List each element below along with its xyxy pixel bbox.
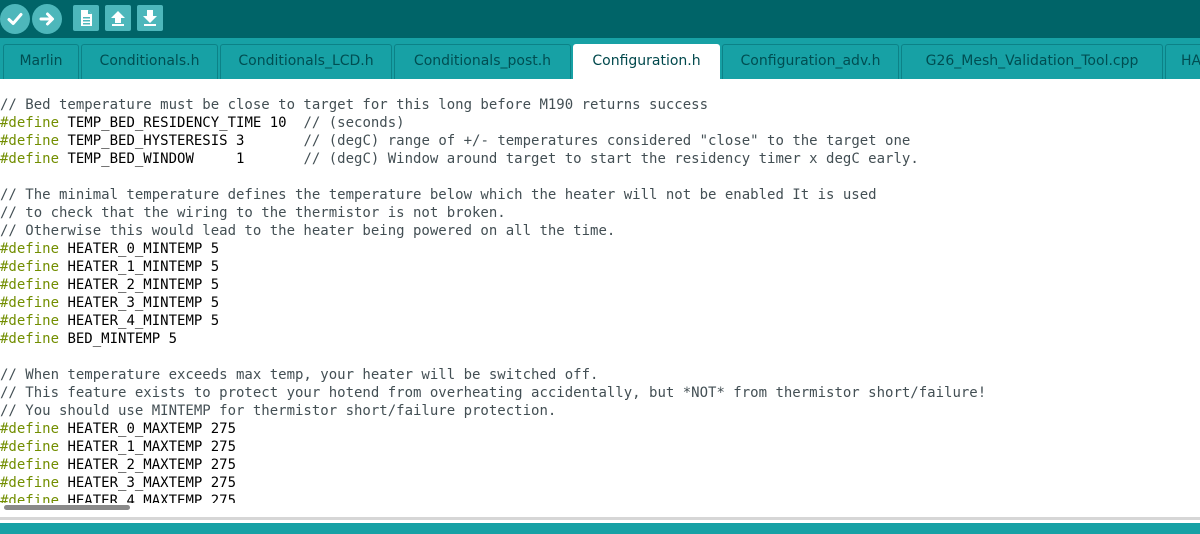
toolbar <box>0 0 1200 38</box>
horizontal-scrollbar-thumb[interactable] <box>4 505 130 510</box>
tab-g26-mesh-validation-tool-cpp[interactable]: G26_Mesh_Validation_Tool.cpp <box>901 44 1163 79</box>
define-keyword: #define <box>0 493 60 503</box>
inline-comment: // (seconds) <box>303 115 405 131</box>
code-line: #define HEATER_0_MINTEMP 5 <box>0 240 986 258</box>
upload-button[interactable] <box>32 4 62 34</box>
code-line: #define HEATER_1_MAXTEMP 275 <box>0 438 986 456</box>
code-line: #define TEMP_BED_RESIDENCY_TIME 10 // (s… <box>0 114 986 132</box>
new-button[interactable] <box>73 5 99 31</box>
tab-bar: Marlin Conditionals.h Conditionals_LCD.h… <box>0 38 1200 79</box>
horizontal-scrollbar[interactable] <box>0 503 1200 515</box>
define-body: HEATER_4_MINTEMP 5 <box>59 313 220 329</box>
define-keyword: #define <box>0 331 60 347</box>
comment-text: // Otherwise this would lead to the heat… <box>0 223 616 239</box>
open-arrow-up-icon <box>109 9 127 27</box>
tab-hal[interactable]: HAL <box>1165 44 1200 79</box>
define-keyword: #define <box>0 241 60 257</box>
code-editor[interactable]: // Bed temperature must be close to targ… <box>0 79 1200 503</box>
tab-configuration-adv-h[interactable]: Configuration_adv.h <box>722 44 899 79</box>
code-line: // You should use MINTEMP for thermistor… <box>0 402 986 420</box>
comment-text: // Bed temperature must be close to targ… <box>0 97 709 113</box>
define-body: HEATER_2_MINTEMP 5 <box>59 277 220 293</box>
code-line: #define HEATER_2_MINTEMP 5 <box>0 276 986 294</box>
define-body: TEMP_BED_HYSTERESIS 3 <box>59 133 304 149</box>
define-body: HEATER_0_MAXTEMP 275 <box>59 421 237 437</box>
define-keyword: #define <box>0 313 60 329</box>
tab-configuration-h[interactable]: Configuration.h <box>573 44 720 79</box>
define-keyword: #define <box>0 295 60 311</box>
comment-text: // The minimal temperature defines the t… <box>0 187 877 203</box>
code-line: #define TEMP_BED_WINDOW 1 // (degC) Wind… <box>0 150 986 168</box>
code-line: // Otherwise this would lead to the heat… <box>0 222 986 240</box>
code-line: // Bed temperature must be close to targ… <box>0 96 986 114</box>
define-body: HEATER_4_MAXTEMP 275 <box>59 493 237 503</box>
code-line: #define HEATER_4_MAXTEMP 275 <box>0 492 986 503</box>
code-line: // When temperature exceeds max temp, yo… <box>0 366 986 384</box>
define-body: HEATER_3_MAXTEMP 275 <box>59 475 237 491</box>
define-body: BED_MINTEMP 5 <box>59 331 178 347</box>
define-body: TEMP_BED_WINDOW 1 <box>59 151 304 167</box>
inline-comment: // (degC) Window around target to start … <box>303 151 919 167</box>
define-body: HEATER_0_MINTEMP 5 <box>59 241 220 257</box>
code-line: // This feature exists to protect your h… <box>0 384 986 402</box>
tab-conditionals-lcd-h[interactable]: Conditionals_LCD.h <box>220 44 392 79</box>
tab-conditionals-post-h[interactable]: Conditionals_post.h <box>394 44 571 79</box>
code-line: #define HEATER_0_MAXTEMP 275 <box>0 420 986 438</box>
comment-text: // You should use MINTEMP for thermistor… <box>0 403 557 419</box>
define-keyword: #define <box>0 259 60 275</box>
define-body: HEATER_2_MAXTEMP 275 <box>59 457 237 473</box>
save-arrow-down-icon <box>141 9 159 27</box>
open-button[interactable] <box>105 5 131 31</box>
comment-text: // to check that the wiring to the therm… <box>0 205 506 221</box>
define-keyword: #define <box>0 151 60 167</box>
code-text: // Bed temperature must be close to targ… <box>0 96 986 503</box>
verify-button[interactable] <box>0 4 30 34</box>
arrow-right-icon <box>38 10 56 28</box>
define-keyword: #define <box>0 277 60 293</box>
code-line: #define HEATER_3_MAXTEMP 275 <box>0 474 986 492</box>
code-line: #define HEATER_2_MAXTEMP 275 <box>0 456 986 474</box>
define-keyword: #define <box>0 439 60 455</box>
define-keyword: #define <box>0 421 60 437</box>
comment-text: // When temperature exceeds max temp, yo… <box>0 367 599 383</box>
code-line: #define HEATER_3_MINTEMP 5 <box>0 294 986 312</box>
define-keyword: #define <box>0 475 60 491</box>
define-keyword: #define <box>0 133 60 149</box>
define-body: TEMP_BED_RESIDENCY_TIME 10 <box>59 115 304 131</box>
code-line: #define TEMP_BED_HYSTERESIS 3 // (degC) … <box>0 132 986 150</box>
inline-comment: // (degC) range of +/- temperatures cons… <box>303 133 911 149</box>
code-line: // to check that the wiring to the therm… <box>0 204 986 222</box>
define-body: HEATER_1_MAXTEMP 275 <box>59 439 237 455</box>
define-body: HEATER_3_MINTEMP 5 <box>59 295 220 311</box>
checkmark-icon <box>6 10 24 28</box>
save-button[interactable] <box>137 5 163 31</box>
tab-marlin[interactable]: Marlin <box>3 44 79 79</box>
define-keyword: #define <box>0 457 60 473</box>
tab-conditionals-h[interactable]: Conditionals.h <box>81 44 218 79</box>
code-line: #define HEATER_4_MINTEMP 5 <box>0 312 986 330</box>
define-body: HEATER_1_MINTEMP 5 <box>59 259 220 275</box>
define-keyword: #define <box>0 115 60 131</box>
new-file-icon <box>78 9 94 27</box>
status-bar <box>0 523 1200 534</box>
comment-text: // This feature exists to protect your h… <box>0 385 987 401</box>
code-line: #define HEATER_1_MINTEMP 5 <box>0 258 986 276</box>
code-line: // The minimal temperature defines the t… <box>0 186 986 204</box>
code-line: #define BED_MINTEMP 5 <box>0 330 986 348</box>
